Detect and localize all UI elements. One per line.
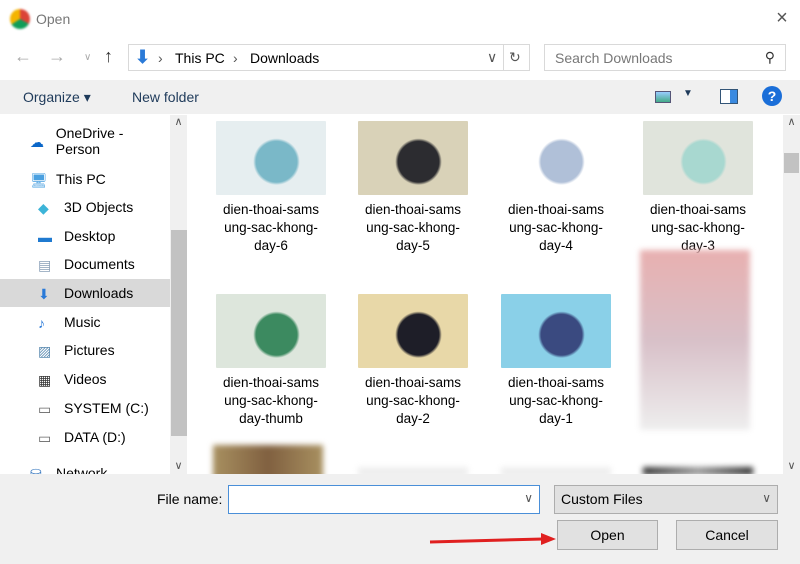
help-icon[interactable]: ?	[762, 86, 782, 106]
view-dropdown-icon[interactable]: ▼	[683, 88, 693, 99]
music-icon: ♪	[38, 315, 45, 331]
up-arrow-icon[interactable]: ↑	[104, 46, 113, 67]
file-item[interactable]: dien-thoai-sams ung-sac-khong-day-6	[206, 121, 336, 255]
organize-button[interactable]: Organize ▾	[23, 89, 91, 106]
sidebar-item-this-pc[interactable]: 🖥 This PC	[0, 165, 170, 193]
sidebar-item-onedrive-person[interactable]: ☁ OneDrive - Person	[0, 125, 170, 157]
file-thumbnail	[643, 121, 753, 195]
forward-arrow-icon[interactable]: →	[48, 46, 66, 67]
computer-icon: 🖥	[30, 172, 48, 188]
sidebar-item-label: SYSTEM (C:)	[64, 400, 149, 416]
cloud-icon: ☁	[30, 134, 44, 150]
red-arrow-annotation	[429, 533, 556, 545]
breadcrumb-downloads[interactable]: Downloads	[250, 50, 319, 66]
sidebar-item-label: Network	[56, 465, 108, 474]
file-thumbnail-partial[interactable]	[501, 467, 611, 474]
file-thumbnail	[216, 294, 326, 368]
file-thumbnail-partial[interactable]	[643, 467, 753, 474]
toolbar: Organize ▾ New folder ▼ ?	[0, 80, 800, 114]
file-thumbnail	[501, 294, 611, 368]
window-title: Open	[36, 11, 71, 27]
file-thumbnail-partial[interactable]	[213, 445, 323, 474]
file-thumbnail	[501, 121, 611, 195]
sidebar-item-network[interactable]: ⛁ Network	[0, 459, 170, 474]
file-item[interactable]: dien-thoai-sams ung-sac-khong-day-thumb	[206, 294, 336, 428]
cancel-button[interactable]: Cancel	[676, 520, 778, 550]
address-bar[interactable]: ⬇ › This PC › Downloads ∨ ↻	[128, 44, 530, 71]
pictures-icon: ▨	[38, 343, 52, 359]
file-name: dien-thoai-sams ung-sac-khong-day-4	[507, 202, 605, 253]
sidebar-item-label: This PC	[56, 171, 106, 187]
sidebar-item-videos[interactable]: ▦ Videos	[0, 365, 170, 393]
file-item[interactable]: dien-thoai-sams ung-sac-khong-day-5	[348, 121, 478, 255]
file-name: dien-thoai-sams ung-sac-khong-day-2	[364, 375, 462, 426]
sidebar-item-pictures[interactable]: ▨ Pictures	[0, 336, 170, 364]
file-item[interactable]: dien-thoai-sams ung-sac-khong-day-1	[491, 294, 621, 428]
file-name: dien-thoai-sams ung-sac-khong-day-6	[222, 202, 320, 253]
file-name: dien-thoai-sams ung-sac-khong-day-1	[507, 375, 605, 426]
breadcrumb-this-pc[interactable]: This PC	[175, 50, 225, 66]
sidebar-item-system-c[interactable]: ▭ SYSTEM (C:)	[0, 394, 170, 422]
sidebar-item-label: Pictures	[64, 342, 115, 358]
file-thumbnail-partial[interactable]	[640, 250, 750, 430]
sidebar-item-label: Videos	[64, 371, 107, 387]
file-name-input[interactable]: ∨	[228, 485, 540, 514]
sidebar-scrollbar-thumb[interactable]	[171, 230, 187, 436]
cube-icon: ◆	[38, 200, 49, 216]
drive-icon: ▭	[38, 430, 52, 446]
title-bar: Open ×	[0, 0, 800, 38]
preview-pane-icon[interactable]	[720, 89, 738, 104]
file-thumbnail	[358, 294, 468, 368]
back-arrow-icon[interactable]: ←	[14, 46, 32, 67]
chevron-down-icon: ∨	[762, 491, 771, 505]
sidebar-item-label: Music	[64, 314, 101, 330]
file-type-select[interactable]: Custom Files ∨	[554, 485, 778, 514]
drive-icon: ▭	[38, 401, 52, 417]
file-name: dien-thoai-sams ung-sac-khong-day-3	[649, 202, 747, 253]
app-icon	[10, 9, 30, 29]
files-scrollbar[interactable]: ∧ ∨	[783, 115, 800, 474]
file-item[interactable]: dien-thoai-sams ung-sac-khong-day-2	[348, 294, 478, 428]
download-icon: ⬇	[38, 286, 50, 302]
file-list: dien-thoai-sams ung-sac-khong-day-6 dien-t…	[188, 115, 783, 474]
view-icon[interactable]	[655, 91, 671, 103]
file-item[interactable]: dien-thoai-sams ung-sac-khong-day-3	[633, 121, 763, 255]
sidebar-item-label: 3D Objects	[64, 199, 134, 215]
sidebar-item-label: OneDrive - Person	[55, 125, 124, 157]
sidebar-item-downloads[interactable]: ⬇ Downloads	[0, 279, 170, 307]
sidebar-item-label: DATA (D:)	[64, 429, 126, 445]
refresh-icon[interactable]: ↻	[509, 49, 521, 66]
network-icon: ⛁	[30, 466, 42, 474]
sidebar-item-3d-objects[interactable]: ◆ 3D Objects	[0, 193, 170, 221]
sidebar-item-label: Downloads	[64, 285, 134, 301]
file-name-label: File name:	[157, 491, 223, 507]
file-thumbnail	[216, 121, 326, 195]
recent-dropdown-icon[interactable]: ∨	[84, 52, 91, 63]
chevron-down-icon[interactable]: ∨	[524, 491, 533, 505]
desktop-icon: ▬	[38, 229, 52, 245]
chevron-down-icon[interactable]: ∨	[487, 49, 497, 66]
file-thumbnail-partial[interactable]	[358, 467, 468, 474]
document-icon: ▤	[38, 257, 52, 273]
search-icon: ⚲	[764, 49, 775, 65]
file-thumbnail	[358, 121, 468, 195]
new-folder-button[interactable]: New folder	[132, 89, 199, 105]
sidebar-item-music[interactable]: ♪ Music	[0, 308, 170, 336]
search-input[interactable]: Search Downloads ⚲	[544, 44, 786, 71]
sidebar-item-documents[interactable]: ▤ Documents	[0, 250, 170, 278]
file-item[interactable]: dien-thoai-sams ung-sac-khong-day-4	[491, 121, 621, 255]
download-icon: ⬇	[135, 47, 151, 67]
sidebar-item-label: Desktop	[64, 228, 116, 244]
sidebar-item-label: Documents	[64, 256, 135, 272]
files-scrollbar-thumb[interactable]	[784, 153, 799, 173]
file-name: dien-thoai-sams ung-sac-khong-day-thumb	[222, 375, 320, 426]
close-icon[interactable]: ×	[770, 6, 794, 30]
sidebar-item-desktop[interactable]: ▬ Desktop	[0, 222, 170, 250]
navigation-pane: ☁ OneDrive - Person 🖥 This PC ◆ 3D Objects ▬ De…	[0, 115, 170, 474]
sidebar-item-data-d[interactable]: ▭ DATA (D:)	[0, 423, 170, 451]
open-button[interactable]: Open	[557, 520, 658, 550]
videos-icon: ▦	[38, 372, 52, 388]
file-name: dien-thoai-sams ung-sac-khong-day-5	[364, 202, 462, 253]
